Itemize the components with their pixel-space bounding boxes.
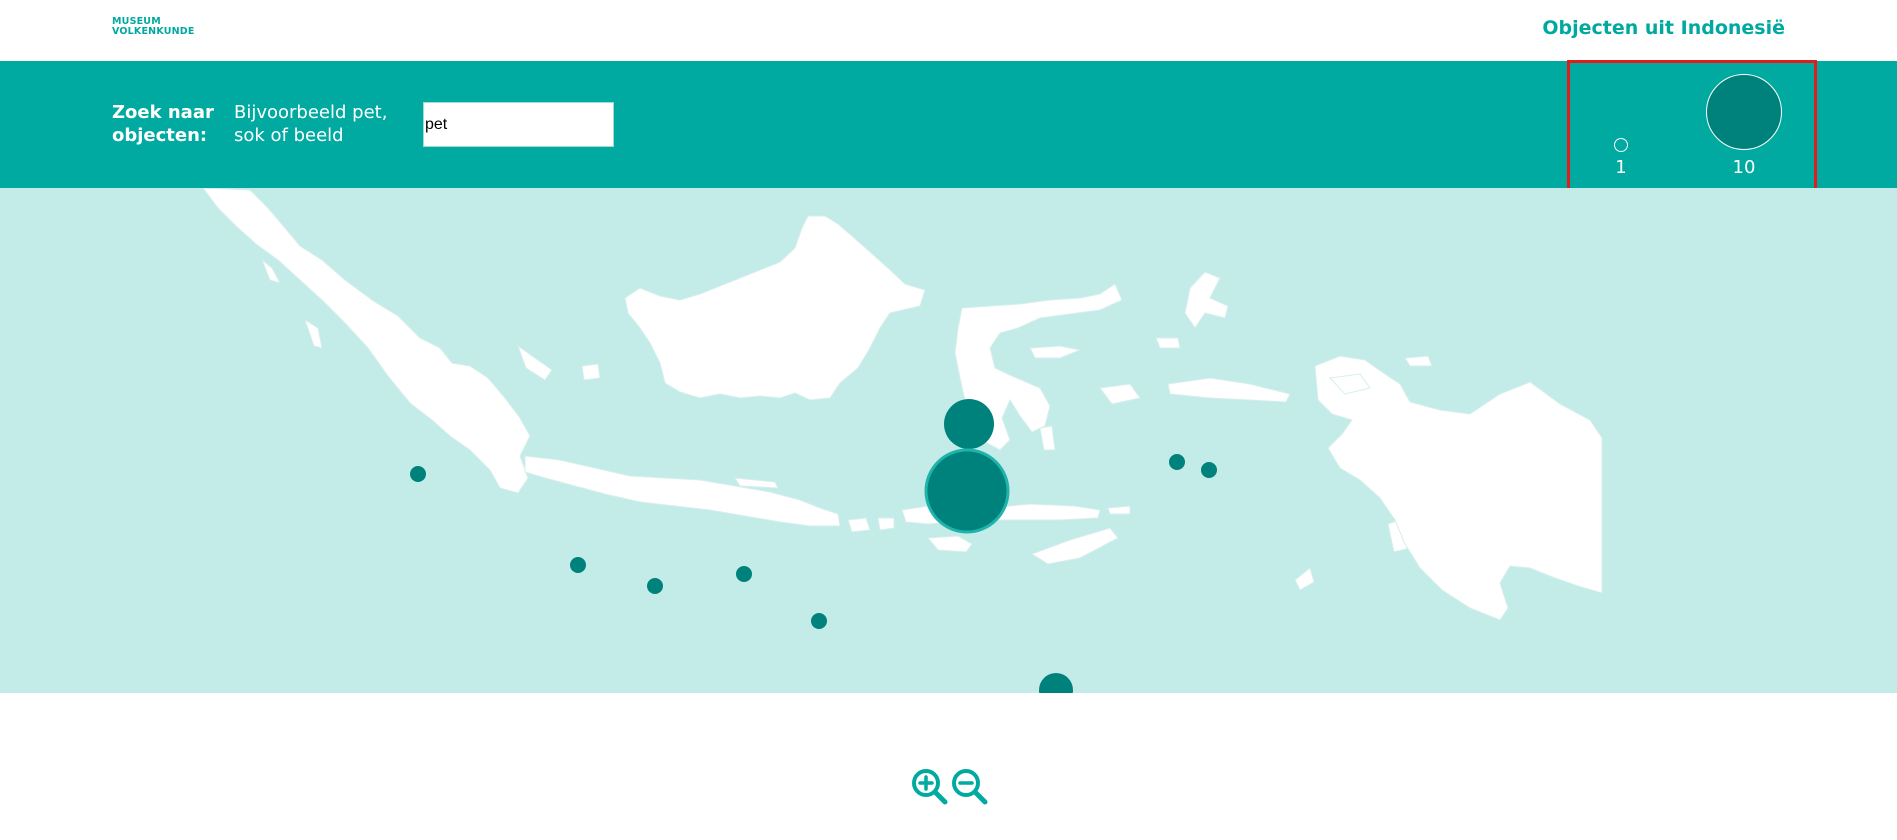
island-buton <box>1039 425 1056 451</box>
island-sumba <box>926 535 973 553</box>
object-marker[interactable] <box>570 557 586 573</box>
island-timor <box>1030 527 1119 565</box>
object-marker[interactable] <box>410 466 426 482</box>
object-marker-large[interactable] <box>944 399 994 449</box>
logo-line-2: VOLKENKUNDE <box>112 26 195 37</box>
island-buru <box>1099 383 1141 405</box>
island-siberut <box>304 318 323 349</box>
island-seram <box>1167 377 1291 403</box>
zoom-in-icon[interactable] <box>911 768 949 806</box>
search-label: Zoek naar objecten: <box>112 102 214 146</box>
island-lombok <box>877 517 895 531</box>
search-hint: Bijvoorbeeld pet, sok of beeld <box>234 102 388 146</box>
island-bangka <box>516 344 553 381</box>
island-nias <box>260 258 282 284</box>
island-java <box>524 455 841 527</box>
museum-logo[interactable]: MUSEUM VOLKENKUNDE <box>112 17 195 39</box>
object-marker-largest[interactable] <box>924 448 1010 534</box>
object-marker[interactable] <box>1201 462 1217 478</box>
object-marker[interactable] <box>811 613 827 629</box>
legend-max-circle <box>1706 74 1782 150</box>
legend-min-circle <box>1614 138 1628 152</box>
indonesia-map[interactable] <box>0 188 1897 693</box>
island-sumatra <box>202 188 531 494</box>
island-alor <box>1107 505 1131 515</box>
island-biak <box>1404 355 1433 367</box>
island-papua <box>1314 355 1603 621</box>
object-marker[interactable] <box>1169 454 1185 470</box>
island-madura <box>734 477 779 489</box>
island-tanimbar <box>1294 567 1315 591</box>
island-obi <box>1155 337 1181 349</box>
legend-max-label: 10 <box>1732 157 1756 178</box>
search-input[interactable] <box>423 102 614 147</box>
island-halmahera <box>1184 271 1229 329</box>
island-belitung <box>581 363 601 381</box>
zoom-out-icon[interactable] <box>951 768 989 806</box>
legend-min-label: 1 <box>1615 157 1627 178</box>
top-bar: MUSEUM VOLKENKUNDE Objecten uit Indonesi… <box>0 0 1897 61</box>
object-marker-large[interactable] <box>1039 673 1073 693</box>
island-borneo <box>624 215 926 401</box>
size-legend: 1 10 <box>1567 60 1817 191</box>
island-sulawesi-east-arm <box>1029 345 1082 359</box>
island-bali <box>847 517 871 533</box>
page-title: Objecten uit Indonesië <box>1542 17 1785 39</box>
map-canvas[interactable] <box>0 188 1897 693</box>
object-marker[interactable] <box>736 566 752 582</box>
object-marker[interactable] <box>647 578 663 594</box>
